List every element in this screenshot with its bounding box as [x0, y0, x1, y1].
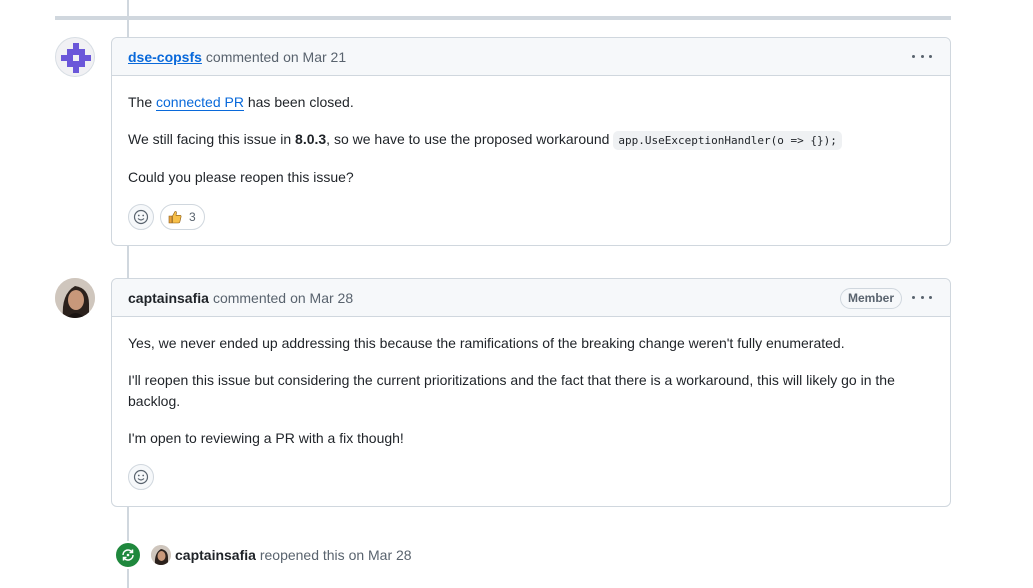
- comment-author-link[interactable]: dse-copsfs: [128, 49, 202, 65]
- event-description: captainsafia reopened this on Mar 28: [175, 547, 412, 563]
- reaction-count: 3: [189, 210, 196, 224]
- text: , so we have to use the proposed workaro…: [326, 131, 614, 147]
- comment-paragraph: Could you please reopen this issue?: [128, 169, 354, 185]
- comment-paragraph: The connected PR has been closed.: [128, 92, 934, 113]
- text: has been closed.: [243, 94, 354, 110]
- user-photo-icon: [55, 278, 95, 318]
- comment-paragraph: We still facing this issue in 8.0.3, so …: [128, 129, 934, 151]
- comment-paragraph: Yes, we never ended up addressing this b…: [128, 335, 845, 351]
- timeline-top-divider: [55, 16, 951, 20]
- comment-author-link[interactable]: captainsafia: [128, 290, 209, 306]
- event-action: reopened this: [259, 547, 345, 563]
- member-badge: Member: [839, 288, 902, 309]
- text: We still facing this issue in: [128, 131, 296, 147]
- comment-date-link[interactable]: on Mar 28: [290, 290, 353, 306]
- comment-body: Yes, we never ended up addressing this b…: [112, 333, 950, 449]
- smiley-icon: [133, 469, 149, 485]
- comment-body: The connected PR has been closed. We sti…: [112, 92, 950, 188]
- add-reaction-button[interactable]: [128, 464, 154, 490]
- inline-code: app.UseExceptionHandler(o => {});: [613, 131, 842, 150]
- reactions-bar: 3: [128, 204, 205, 230]
- event-date-link[interactable]: on Mar 28: [349, 547, 412, 563]
- comment-card: captainsafia commented on Mar 28 Member …: [111, 278, 951, 507]
- reactions-bar: [128, 464, 154, 490]
- reopen-arrows-icon: [122, 549, 134, 561]
- reopen-icon: [114, 541, 142, 569]
- comment-action: commented: [212, 289, 287, 306]
- smiley-icon: [133, 209, 149, 225]
- comment-paragraph: I'll reopen this issue but considering t…: [128, 372, 895, 409]
- comment-date-link[interactable]: on Mar 21: [283, 49, 346, 65]
- comment-header: dse-copsfs commented on Mar 21: [112, 38, 950, 76]
- connected-pr-link[interactable]: connected PR: [156, 94, 244, 111]
- avatar-captainsafia[interactable]: [55, 278, 95, 318]
- user-photo-icon: [151, 545, 171, 565]
- reaction-thumbs-up-button[interactable]: 3: [160, 204, 205, 230]
- avatar-dse-copsfs[interactable]: [55, 37, 95, 77]
- event-actor-avatar[interactable]: [151, 545, 171, 565]
- comment-paragraph: I'm open to reviewing a PR with a fix th…: [128, 430, 404, 446]
- timeline-event-reopened: captainsafia reopened this on Mar 28: [114, 541, 412, 569]
- comment-options-button[interactable]: [912, 48, 932, 64]
- text: The: [128, 94, 157, 110]
- comment-action: commented: [205, 48, 280, 65]
- event-actor-link[interactable]: captainsafia: [175, 547, 256, 563]
- comment-card: dse-copsfs commented on Mar 21 The conne…: [111, 37, 951, 246]
- version-number: 8.0.3: [295, 131, 327, 147]
- identicon-icon: [61, 43, 91, 73]
- comment-options-button[interactable]: [912, 289, 932, 305]
- add-reaction-button[interactable]: [128, 204, 154, 230]
- comment-header: captainsafia commented on Mar 28 Member: [112, 279, 950, 317]
- thumbs-up-icon: [168, 211, 182, 224]
